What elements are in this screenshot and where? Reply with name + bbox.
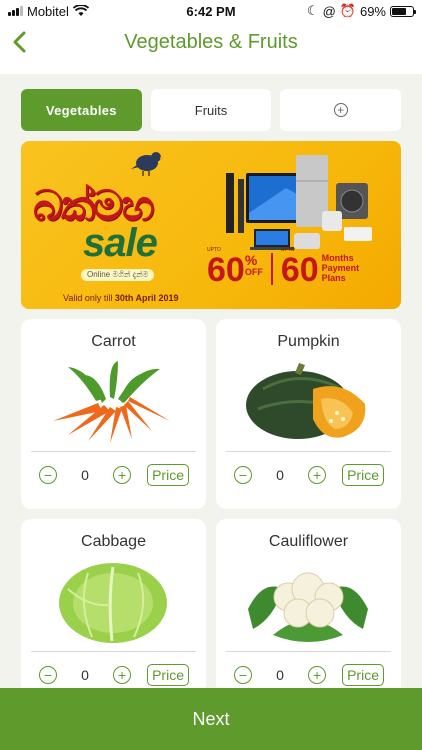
signal-icon xyxy=(8,6,23,16)
increase-button[interactable]: + xyxy=(308,666,327,684)
at-icon: @ xyxy=(322,3,336,19)
offer-installments-label-2: Payment xyxy=(321,263,360,273)
decrease-button[interactable]: − xyxy=(234,666,252,684)
quantity-row: − 0 + Price xyxy=(39,463,189,487)
cabbage-image xyxy=(59,563,167,643)
plus-icon: + xyxy=(312,467,322,483)
offer-discount-unit: % xyxy=(244,252,258,268)
quantity-value: 0 xyxy=(276,467,284,483)
plus-icon: + xyxy=(117,467,127,483)
decrease-button[interactable]: − xyxy=(39,666,57,684)
plus-circle-icon: + xyxy=(333,103,348,117)
quantity-row: − 0 + Price xyxy=(39,663,189,687)
quantity-value: 0 xyxy=(81,467,89,483)
quantity-row: − 0 + Price xyxy=(234,463,384,487)
quantity-value: 0 xyxy=(276,667,284,683)
nav-bar: Vegetables & Fruits xyxy=(0,22,422,62)
cauliflower-image xyxy=(248,572,368,642)
product-name: Cabbage xyxy=(81,533,146,550)
bird-icon xyxy=(131,152,164,176)
price-button[interactable]: Price xyxy=(342,464,384,486)
card-divider xyxy=(31,651,196,652)
promo-offers: UPTO 60 % OFF UPTO 60 Months Payment Pla… xyxy=(207,247,360,289)
offer-installments-label-1: Months xyxy=(321,253,354,263)
offer-discount-label: OFF xyxy=(244,267,263,277)
banner-sale-title: sale xyxy=(83,221,158,265)
moon-icon: ☾ xyxy=(306,3,319,18)
status-left: Mobitel xyxy=(8,4,89,19)
battery-fill xyxy=(392,7,406,15)
offer-installments-label-3: Plans xyxy=(321,273,346,283)
product-card-cauliflower[interactable]: Cauliflower − 0 + Price xyxy=(216,519,401,709)
minus-icon: − xyxy=(238,467,248,483)
increase-button[interactable]: + xyxy=(308,466,327,484)
tab-fruits[interactable]: Fruits xyxy=(150,89,272,131)
banner-valid-date: 30th April 2019 xyxy=(114,293,179,303)
decrease-button[interactable]: − xyxy=(234,466,252,484)
quantity-value: 0 xyxy=(81,667,89,683)
minus-icon: − xyxy=(238,667,248,683)
offer-installments: UPTO 60 Months Payment Plans xyxy=(280,247,360,289)
nav-bar-spacer xyxy=(0,62,422,74)
status-bar: Mobitel 6:42 PM ☾ @ ⏰ 69% xyxy=(0,0,422,22)
wifi-icon xyxy=(72,5,89,16)
product-card-pumpkin[interactable]: Pumpkin − 0 + Price xyxy=(216,319,401,509)
product-name: Cauliflower xyxy=(268,533,349,550)
plus-icon: + xyxy=(117,667,127,683)
battery-percent: 69% xyxy=(359,3,386,19)
offer-installments-value: 60 xyxy=(280,251,319,289)
product-name: Pumpkin xyxy=(277,333,340,350)
offer-discount-sub: % OFF xyxy=(245,253,263,277)
product-card-cabbage[interactable]: Cabbage − 0 + Price xyxy=(21,519,206,709)
category-tabs: Vegetables Fruits + xyxy=(21,89,402,131)
product-card-carrot[interactable]: Carrot − 0 + Price xyxy=(21,319,206,509)
carrier-name: Mobitel xyxy=(27,3,69,19)
promo-divider xyxy=(270,253,273,285)
tab-add[interactable]: + xyxy=(280,89,402,131)
card-divider xyxy=(226,451,391,452)
promo-banner[interactable]: බක්මහ sale Online මගින් දැන්ම Valid only… xyxy=(21,141,401,309)
minus-icon: − xyxy=(43,667,53,683)
price-button[interactable]: Price xyxy=(147,464,189,486)
price-button[interactable]: Price xyxy=(147,664,189,686)
card-divider xyxy=(226,651,391,652)
offer-discount-upto: UPTO xyxy=(207,247,221,253)
tab-vegetables[interactable]: Vegetables xyxy=(21,89,142,131)
banner-online-text: Online මගින් දැන්ම xyxy=(81,269,155,281)
quantity-row: − 0 + Price xyxy=(234,663,384,687)
decrease-button[interactable]: − xyxy=(39,466,57,484)
next-button[interactable]: Next xyxy=(0,688,422,750)
price-button[interactable]: Price xyxy=(342,664,384,686)
appliances-image xyxy=(226,155,372,250)
product-name: Carrot xyxy=(91,333,136,350)
increase-button[interactable]: + xyxy=(113,466,132,484)
offer-installments-sub: Months Payment Plans xyxy=(322,253,360,283)
banner-valid-text: Valid only till 30th April 2019 xyxy=(63,293,179,303)
page-title: Vegetables & Fruits xyxy=(124,30,298,53)
minus-icon: − xyxy=(43,467,53,483)
card-divider xyxy=(31,451,196,452)
offer-discount: UPTO 60 % OFF xyxy=(207,247,263,289)
banner-valid-prefix: Valid only till xyxy=(63,293,115,303)
alarm-icon: ⏰ xyxy=(339,3,356,18)
carrot-image xyxy=(53,361,170,443)
back-button[interactable] xyxy=(8,28,36,56)
pumpkin-image xyxy=(246,363,366,439)
offer-installments-upto: UPTO xyxy=(280,247,295,253)
battery-icon xyxy=(390,5,416,17)
plus-icon: + xyxy=(312,667,322,683)
chevron-left-icon xyxy=(13,31,26,53)
offer-discount-value: 60 xyxy=(207,251,245,289)
increase-button[interactable]: + xyxy=(113,666,132,684)
status-right: ☾ @ ⏰ 69% xyxy=(306,3,416,19)
